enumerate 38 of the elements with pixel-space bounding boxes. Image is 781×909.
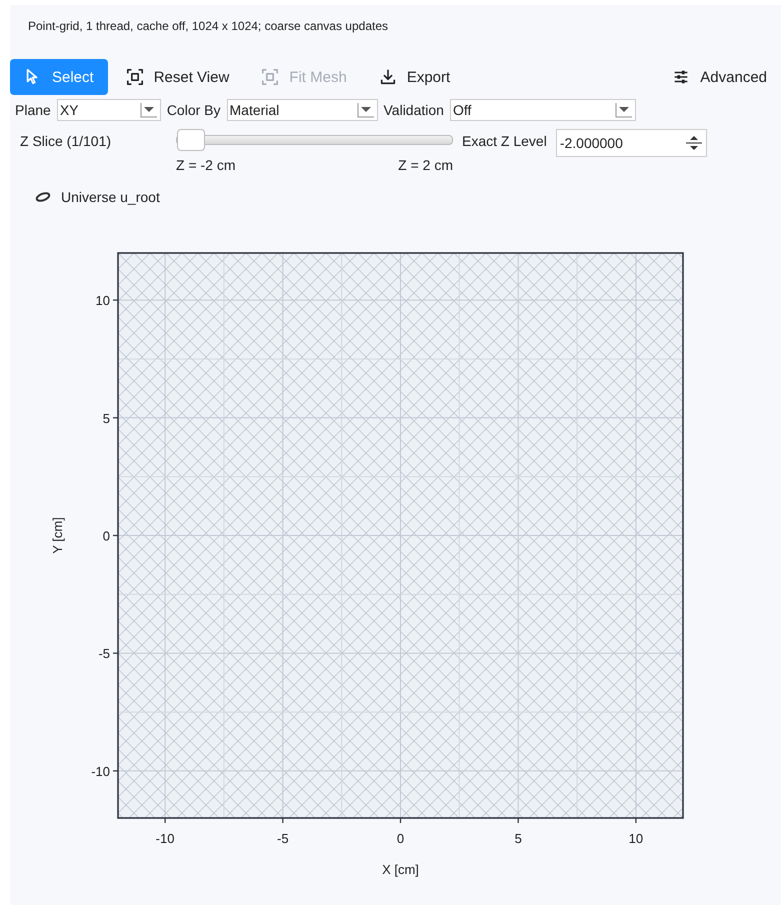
axis-title: X [cm] (382, 862, 419, 877)
sliders-icon (672, 68, 690, 86)
slider-thumb[interactable] (177, 129, 205, 151)
tick-label: -10 (91, 764, 110, 779)
universe-label: Universe u_root (61, 189, 160, 205)
tick-label: -5 (277, 831, 289, 846)
tick-label: -5 (98, 646, 110, 662)
number-field[interactable]: -2.000000 (556, 129, 707, 157)
slider-min-label: Z = -2 cm (176, 157, 236, 173)
download-icon (378, 68, 397, 86)
tick-label: -10 (156, 831, 174, 846)
frame-icon (261, 68, 280, 86)
dropdown[interactable]: XY (56, 99, 161, 121)
dropdown[interactable]: Material (226, 99, 378, 121)
spin-arrows-icon (684, 133, 703, 153)
tick-label: 0 (396, 831, 404, 846)
field-label: Plane (15, 102, 51, 118)
frame-icon (126, 68, 144, 86)
tick-label: 0 (102, 528, 110, 544)
tick-label: 5 (514, 831, 522, 846)
field-label: Exact Z Level (462, 132, 547, 149)
axis-title: Y [cm] (50, 517, 65, 554)
tick-label: 5 (102, 410, 110, 426)
ring-icon (35, 191, 51, 203)
toolbar-button[interactable]: Reset View (112, 59, 244, 95)
caption: Point-grid, 1 thread, cache off, 1024 x 1024; coarse canvas updates (27, 18, 390, 35)
tick-label: 10 (628, 831, 644, 846)
field-label: Color By (166, 102, 220, 118)
dropdown[interactable]: Off (450, 99, 636, 121)
tick-label: 10 (96, 293, 110, 308)
dropdown-arrow-icon (356, 102, 374, 118)
dropdown-arrow-icon (140, 102, 158, 118)
slider-max-label: Z = 2 cm (398, 157, 453, 173)
dropdown-arrow-icon (614, 102, 633, 118)
slider-label: Z Slice (1/101) (20, 132, 112, 149)
advanced-button[interactable]: Advanced (658, 59, 781, 95)
toolbar-button[interactable]: Export (364, 59, 464, 95)
field-label: Validation (384, 102, 444, 118)
